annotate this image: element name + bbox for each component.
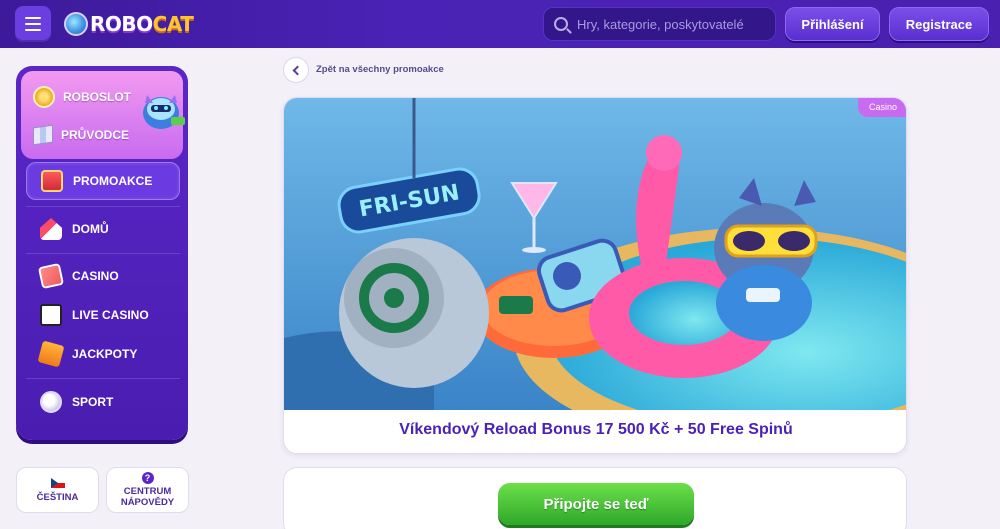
menu-button[interactable] xyxy=(15,6,51,42)
top-header: ROBOCAT Přihlášení Registrace xyxy=(0,0,1000,48)
chevron-left-icon xyxy=(292,65,303,75)
sidebar-item-label: PRŮVODCE xyxy=(61,128,130,142)
sidebar-divider xyxy=(26,206,180,207)
language-button[interactable]: ČEŠTINA xyxy=(16,467,99,513)
language-label: ČEŠTINA xyxy=(36,491,79,503)
search-icon xyxy=(554,17,568,31)
sidebar-item-live-casino[interactable]: LIVE CASINO xyxy=(26,296,180,334)
register-button[interactable]: Registrace xyxy=(889,7,989,41)
sidebar-item-label: SPORT xyxy=(72,395,114,409)
gift-icon xyxy=(41,170,63,192)
promotion-title: Víkendový Reload Bonus 17 500 Kč + 50 Fr… xyxy=(399,421,793,438)
soccer-ball-icon xyxy=(40,391,62,413)
sidebar-item-label: ROBOSLOT xyxy=(63,90,131,104)
logo-text-robo: ROBO xyxy=(90,12,153,36)
search-input[interactable] xyxy=(577,16,767,32)
category-badge: Casino xyxy=(857,98,906,117)
promotion-card: FRI-SUN Casino Víkendový Reload Bonus 17… xyxy=(283,97,907,454)
home-icon xyxy=(40,218,62,240)
sidebar-promo-card: ROBOSLOT PRŮVODCE xyxy=(21,71,185,159)
promotion-banner: FRI-SUN xyxy=(284,98,906,410)
coin-icon xyxy=(33,86,55,108)
sidebar-item-sport[interactable]: SPORT xyxy=(26,383,180,421)
login-button[interactable]: Přihlášení xyxy=(785,7,880,41)
back-link[interactable]: Zpět na všechny promoakce xyxy=(316,64,444,75)
jackpot-icon xyxy=(37,340,65,368)
robot-cat-logo-icon xyxy=(64,12,88,36)
sidebar-item-roboslot[interactable]: ROBOSLOT xyxy=(33,85,131,109)
help-center-button[interactable]: ? CENTRUM NÁPOVĚDY xyxy=(106,467,189,513)
sidebar-item-label: PROMOAKCE xyxy=(73,174,153,188)
back-button[interactable] xyxy=(283,57,309,83)
robot-mascot-icon xyxy=(143,95,185,129)
sidebar: ROBOSLOT PRŮVODCE PROMOAKCE DOMŮ CASINO xyxy=(16,66,188,440)
sidebar-item-label: JACKPOTY xyxy=(72,347,138,361)
search-bar[interactable] xyxy=(543,7,776,41)
sidebar-item-domu[interactable]: DOMŮ xyxy=(26,210,180,248)
czech-flag-icon xyxy=(50,477,65,488)
logo[interactable]: ROBOCAT xyxy=(64,8,194,40)
logo-text-cat: CAT xyxy=(152,12,194,36)
sidebar-item-jackpoty[interactable]: JACKPOTY xyxy=(26,335,180,373)
sidebar-divider xyxy=(26,378,180,379)
cards-icon xyxy=(37,262,65,290)
help-icon: ? xyxy=(141,472,154,484)
sidebar-item-promoakce[interactable]: PROMOAKCE xyxy=(26,162,180,200)
sidebar-item-pruvodce[interactable]: PRŮVODCE xyxy=(33,123,129,147)
live-casino-icon xyxy=(40,304,62,326)
help-label-line1: CENTRUM xyxy=(123,486,172,497)
hamburger-icon xyxy=(25,17,41,19)
sidebar-item-casino[interactable]: CASINO xyxy=(26,257,180,295)
sidebar-item-label: LIVE CASINO xyxy=(72,308,149,322)
map-icon xyxy=(33,124,53,146)
sidebar-item-label: CASINO xyxy=(72,269,119,283)
cta-panel: Připojte se teď xyxy=(283,467,907,529)
help-label-line2: NÁPOVĚDY xyxy=(120,497,175,508)
sidebar-divider xyxy=(26,253,180,254)
sidebar-item-label: DOMŮ xyxy=(72,222,109,236)
promotion-banner-image: FRI-SUN xyxy=(284,98,906,410)
join-now-button[interactable]: Připojte se teď xyxy=(498,483,694,525)
